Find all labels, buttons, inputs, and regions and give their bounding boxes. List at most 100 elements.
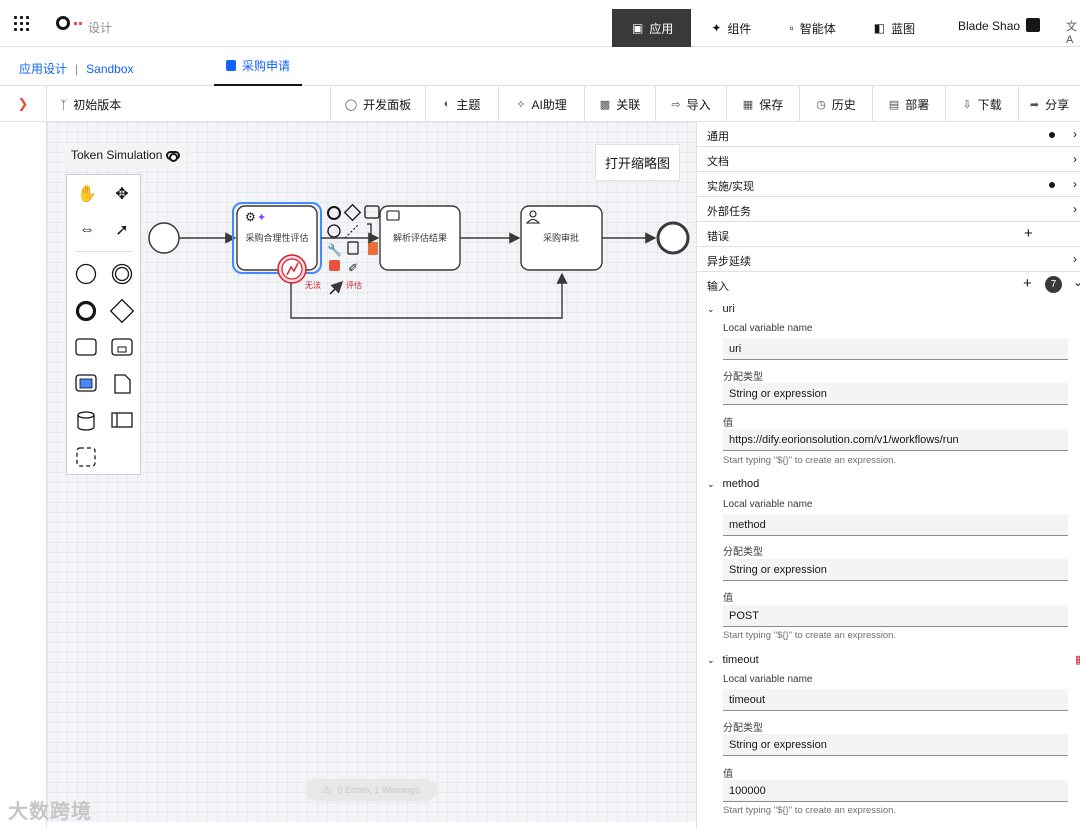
section-async-continuation[interactable]: 异步延续 › bbox=[697, 247, 1080, 272]
chevron-down-icon: ⌄ bbox=[707, 654, 715, 665]
section-async-label: 异步延续 bbox=[707, 256, 751, 268]
method-assignment-type-select[interactable]: String or expression bbox=[723, 559, 1068, 581]
pad-start-event-icon[interactable] bbox=[327, 206, 341, 220]
bpmn-diagram: ⚙ ✦ 采购合理性评估 无法 评估 🔧 ✐ 解析评估结果 采购审批 bbox=[148, 202, 690, 319]
ai-assistant-label: AI助理 bbox=[531, 97, 567, 112]
dev-panel-button[interactable]: ◯ 开发面板 bbox=[330, 86, 425, 122]
gear-icon: ⚙ bbox=[245, 210, 256, 224]
user-menu[interactable]: Blade Shao bbox=[958, 18, 1041, 33]
value-label: 值 bbox=[723, 418, 733, 429]
pad-ai-chip-icon[interactable] bbox=[329, 260, 340, 271]
app-switcher-icon[interactable] bbox=[14, 14, 32, 32]
input-method-name: method bbox=[722, 478, 760, 490]
task2-label: 解析评估结果 bbox=[393, 232, 447, 244]
tool-buttons: ◯ 开发面板 ◐ 主题 ✧ AI助理 ▩ 关联 ⇨ 导入 ▦ 保存 ◷ 历史 ▤ 部署 ⇩ 下载 … bbox=[330, 86, 1080, 122]
uri-value-input[interactable]: https://dify.eorionsolution.com/v1/workf… bbox=[723, 429, 1068, 451]
agent-icon: ▫ bbox=[789, 21, 794, 35]
nav-agent[interactable]: ▫ 智能体 bbox=[769, 9, 853, 47]
section-inputs[interactable]: 输入 + 7 ⌄ bbox=[697, 272, 1080, 297]
language-icon[interactable]: 文A bbox=[1066, 18, 1080, 46]
share-button[interactable]: ➦ 分享 bbox=[1018, 86, 1080, 122]
pad-gateway-icon[interactable] bbox=[343, 203, 362, 222]
delete-input-icon[interactable]: ▦ bbox=[1075, 653, 1080, 666]
input-uri-name: uri bbox=[722, 303, 735, 315]
section-errors-label: 错误 bbox=[707, 231, 729, 243]
version-label: 初始版本 bbox=[73, 98, 122, 112]
save-button[interactable]: ▦ 保存 bbox=[726, 86, 799, 122]
nav-agent-label: 智能体 bbox=[799, 21, 836, 36]
properties-panel: 通用 › 文档 › 实施/实现 › 外部任务 › 错误 + 异步延续 › 输入 … bbox=[696, 122, 1080, 829]
tab-purchase-request[interactable]: 采购申请 bbox=[214, 47, 302, 86]
brand-logo[interactable] bbox=[56, 16, 82, 30]
flow-error-to-approval[interactable] bbox=[290, 272, 568, 319]
link-button[interactable]: ▩ 关联 bbox=[584, 86, 655, 122]
timeout-value-input[interactable]: 100000 bbox=[723, 780, 1068, 802]
deploy-button[interactable]: ▤ 部署 bbox=[872, 86, 945, 122]
chevron-right-icon: › bbox=[1073, 252, 1077, 266]
chevron-right-icon: › bbox=[1073, 127, 1077, 141]
status-dot bbox=[1049, 132, 1055, 138]
pad-brush-icon[interactable]: ✐ bbox=[348, 261, 358, 275]
pad-intermediate-event-icon[interactable] bbox=[327, 224, 341, 238]
share-icon: ➦ bbox=[1029, 98, 1040, 111]
bpmn-canvas[interactable]: Token Simulation 打开缩略图 ✋ ✥ ⇔ ➚ ⚙ ✦ 采购合理性… bbox=[47, 122, 696, 822]
timeout-local-variable-input[interactable]: timeout bbox=[723, 689, 1068, 711]
link-icon: ▩ bbox=[599, 98, 611, 111]
pad-text-annotation-icon[interactable] bbox=[367, 223, 372, 238]
nav-blueprint-label: 蓝图 bbox=[891, 21, 916, 36]
validation-status[interactable]: ⚠ 0 Errors, 1 Warnings bbox=[305, 779, 437, 801]
nav-blueprint[interactable]: ◧ 蓝图 bbox=[854, 9, 933, 47]
theme-button[interactable]: ◐ 主题 bbox=[425, 86, 498, 122]
document-icon bbox=[225, 60, 236, 71]
pad-wrench-icon[interactable]: 🔧 bbox=[327, 242, 342, 257]
import-icon: ⇨ bbox=[671, 98, 681, 111]
input-method-header[interactable]: ⌄ method bbox=[707, 478, 759, 490]
pad-task-icon[interactable] bbox=[364, 205, 380, 219]
nav-app-label: 应用 bbox=[649, 21, 674, 36]
ai-assistant-button[interactable]: ✧ AI助理 bbox=[498, 86, 584, 122]
branch-icon: ᛉ bbox=[60, 97, 68, 112]
brand-text: 设计 bbox=[88, 21, 113, 35]
save-label: 保存 bbox=[759, 97, 784, 112]
input-timeout-header[interactable]: ⌄ timeout bbox=[707, 654, 759, 666]
section-general[interactable]: 通用 › bbox=[697, 122, 1080, 147]
breadcrumb-app-link[interactable]: 应用设计 bbox=[19, 62, 67, 76]
uri-local-variable-input[interactable]: uri bbox=[723, 338, 1068, 360]
start-event[interactable] bbox=[148, 222, 180, 254]
end-event[interactable] bbox=[656, 221, 690, 255]
nav-app[interactable]: ▣ 应用 bbox=[612, 9, 692, 47]
toggle-icon: ◯ bbox=[344, 98, 358, 111]
theme-icon: ◐ bbox=[443, 98, 451, 110]
boundary-label-right: 评估 bbox=[346, 280, 362, 290]
section-documentation[interactable]: 文档 › bbox=[697, 147, 1080, 172]
assignment-type-label: 分配类型 bbox=[723, 372, 763, 383]
nav-component[interactable]: ✦ 组件 bbox=[691, 9, 769, 47]
ai-icon: ✧ bbox=[516, 98, 526, 111]
section-external-task[interactable]: 外部任务 › bbox=[697, 197, 1080, 222]
pad-connect-icon[interactable] bbox=[329, 280, 344, 295]
blueprint-icon: ◧ bbox=[873, 21, 886, 35]
expand-sidebar-button[interactable]: ❯ bbox=[0, 86, 47, 122]
history-button[interactable]: ◷ 历史 bbox=[799, 86, 872, 122]
method-local-variable-input[interactable]: method bbox=[723, 514, 1068, 536]
method-value-input[interactable]: POST bbox=[723, 605, 1068, 627]
import-button[interactable]: ⇨ 导入 bbox=[655, 86, 726, 122]
download-label: 下载 bbox=[977, 97, 1002, 112]
section-errors[interactable]: 错误 + bbox=[697, 222, 1080, 247]
download-button[interactable]: ⇩ 下载 bbox=[945, 86, 1018, 122]
uri-assignment-type-select[interactable]: String or expression bbox=[723, 383, 1068, 405]
timeout-assignment-type-select[interactable]: String or expression bbox=[723, 734, 1068, 756]
nav-component-label: 组件 bbox=[727, 21, 752, 36]
add-error-button[interactable]: + bbox=[1024, 225, 1033, 242]
pad-delete-icon[interactable] bbox=[347, 241, 359, 255]
dev-panel-label: 开发面板 bbox=[363, 97, 412, 112]
assignment-type-label: 分配类型 bbox=[723, 723, 763, 734]
pad-color-icon[interactable] bbox=[368, 242, 378, 255]
version-selector[interactable]: ᛉ 初始版本 bbox=[60, 96, 121, 113]
add-input-button[interactable]: + bbox=[1023, 275, 1032, 292]
toolbar: ❯ ᛉ 初始版本 ◯ 开发面板 ◐ 主题 ✧ AI助理 ▩ 关联 ⇨ 导入 ▦ 保存 ◷ 历史… bbox=[0, 86, 1080, 122]
section-implementation[interactable]: 实施/实现 › bbox=[697, 172, 1080, 197]
pad-annotation-icon[interactable] bbox=[344, 223, 360, 239]
input-uri-header[interactable]: ⌄ uri bbox=[707, 303, 735, 315]
breadcrumb-sandbox-link[interactable]: Sandbox bbox=[86, 62, 133, 76]
